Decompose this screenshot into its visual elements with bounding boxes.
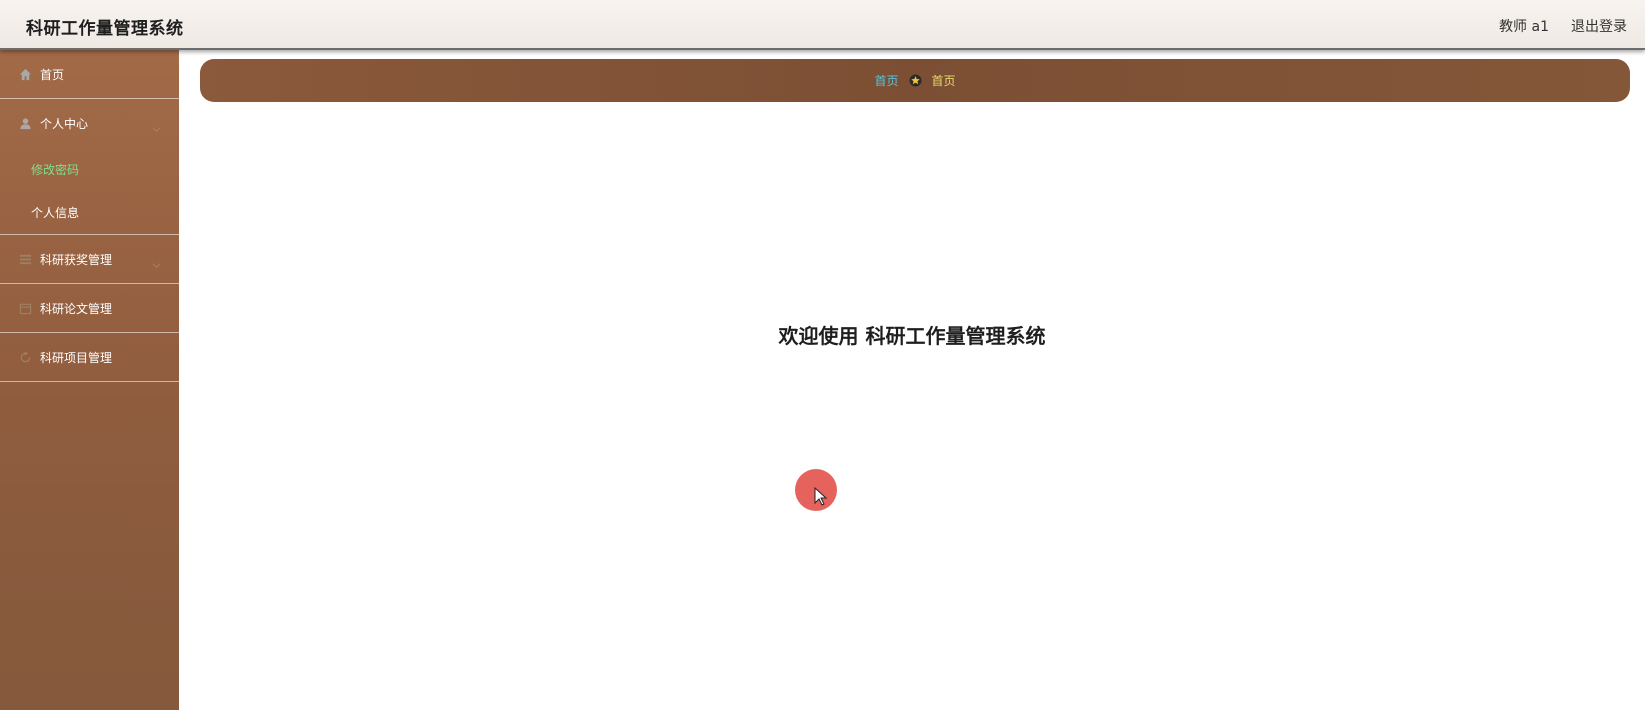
- sidebar-item-label: 科研项目管理: [40, 350, 113, 365]
- sidebar-item-label: 个人中心: [40, 117, 89, 131]
- sidebar-item-label: 科研获奖管理: [40, 252, 113, 267]
- mouse-pointer-icon: [814, 486, 828, 507]
- home-icon: [18, 67, 32, 81]
- sidebar-item-label: 科研论文管理: [40, 301, 113, 316]
- welcome-heading: 欢迎使用 科研工作量管理系统: [778, 324, 1046, 348]
- header-actions: 教师 a1 退出登录: [1499, 16, 1627, 36]
- breadcrumb-home-link[interactable]: 首页: [874, 72, 898, 89]
- chevron-down-icon: [152, 119, 161, 133]
- sidebar-subitem-change-password[interactable]: 修改密码: [0, 148, 179, 191]
- calendar-icon: [18, 301, 32, 315]
- chevron-down-icon: [152, 255, 161, 269]
- star-icon: [908, 74, 922, 87]
- list-icon: [18, 252, 32, 266]
- sidebar-item-award-management[interactable]: 科研获奖管理: [0, 235, 179, 284]
- sidebar-item-label: 首页: [40, 67, 65, 82]
- sidebar-group-personal-center: 个人中心 修改密码 个人信息: [0, 99, 179, 235]
- breadcrumb-current: 首页: [931, 74, 956, 88]
- user-label: 教师 a1: [1499, 19, 1549, 35]
- sidebar-subitem-personal-info[interactable]: 个人信息: [0, 191, 179, 234]
- sidebar: 首页 个人中心 修改密码 个人信息 科研获奖管理 科研论文管理 科研项目管理: [0, 50, 179, 710]
- main-content: 首页 首页 欢迎使用 科研工作量管理系统: [179, 50, 1645, 710]
- sidebar-item-paper-management[interactable]: 科研论文管理: [0, 284, 179, 333]
- app-title: 科研工作量管理系统: [26, 19, 184, 39]
- sidebar-item-project-management[interactable]: 科研项目管理: [0, 333, 179, 382]
- user-icon: [18, 117, 32, 131]
- sidebar-item-personal-center[interactable]: 个人中心: [0, 99, 179, 148]
- refresh-icon: [18, 350, 32, 364]
- breadcrumb: 首页 首页: [200, 59, 1630, 102]
- logout-link[interactable]: 退出登录: [1571, 16, 1627, 36]
- top-header: 科研工作量管理系统 教师 a1 退出登录: [0, 0, 1645, 50]
- sidebar-item-home[interactable]: 首页: [0, 50, 179, 99]
